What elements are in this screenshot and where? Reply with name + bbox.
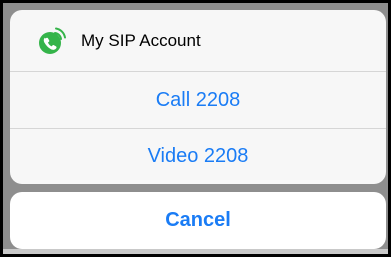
cancel-button[interactable]: Cancel: [10, 192, 386, 249]
action-sheet-header: My SIP Account: [10, 10, 386, 71]
account-name-label: My SIP Account: [81, 30, 201, 50]
underlying-toolbar-strip: [3, 249, 388, 254]
action-sheet: My SIP Account Call 2208 Video 2208: [10, 10, 386, 184]
call-button[interactable]: Call 2208: [10, 72, 386, 128]
phone-wifi-icon: [37, 26, 67, 56]
video-call-button[interactable]: Video 2208: [10, 129, 386, 184]
